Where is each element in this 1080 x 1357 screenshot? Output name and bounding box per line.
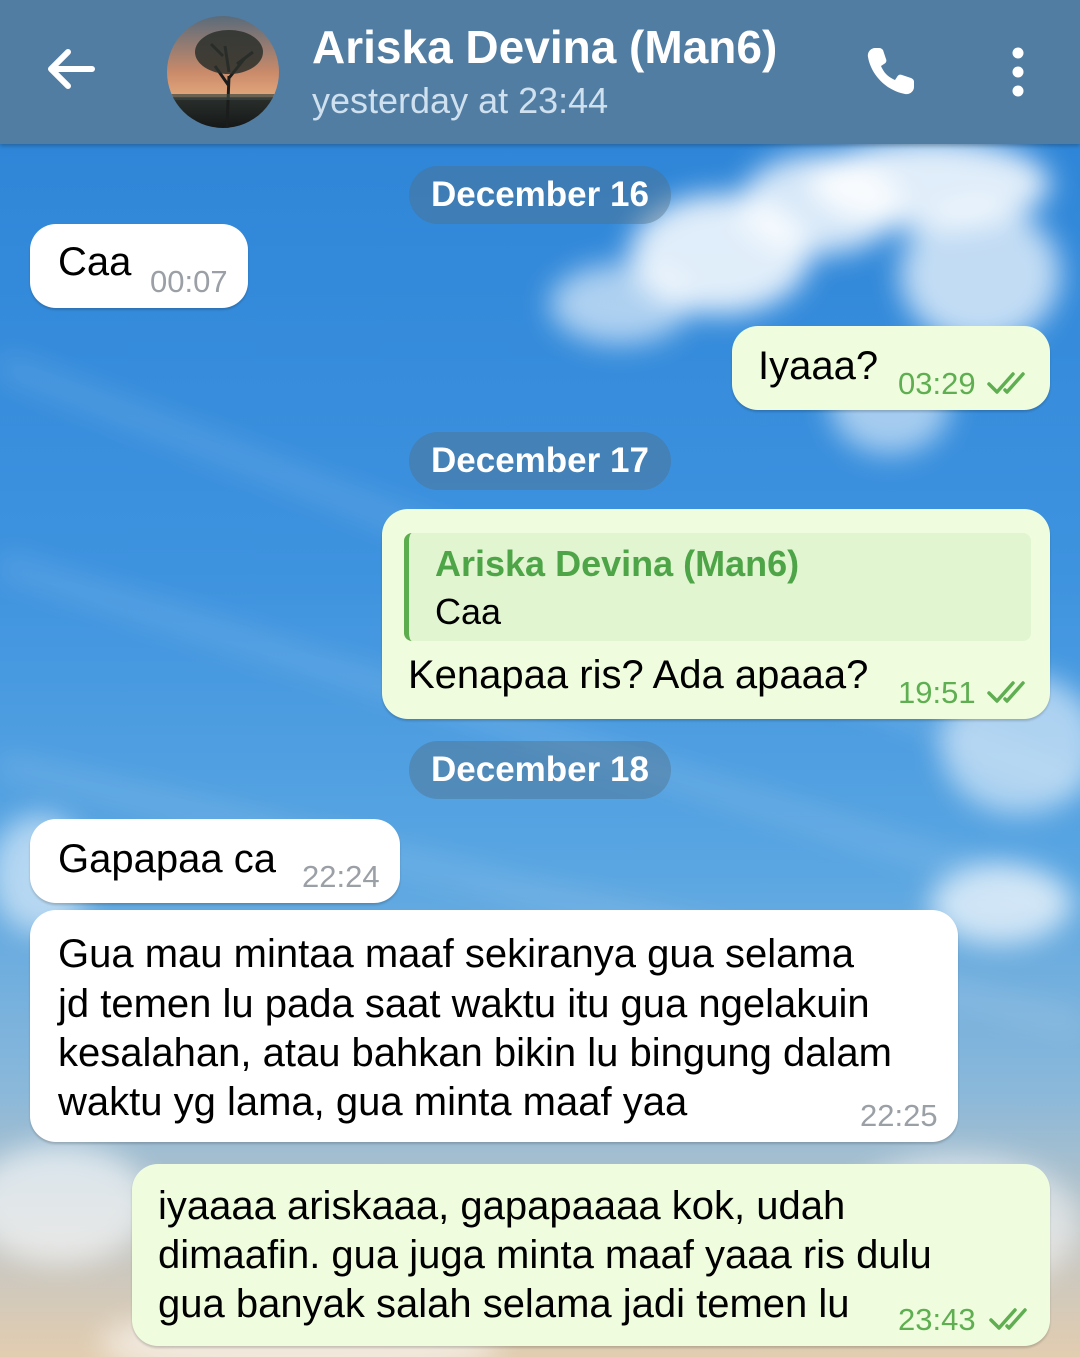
message-line: kesalahan, atau bahkan bikin lu bingung … [58, 1031, 892, 1075]
message-line: jd temen lu pada saat waktu itu gua ngel… [58, 982, 870, 1026]
message-line: gua banyak salah selama jadi temen lu [158, 1282, 850, 1326]
avatar[interactable] [167, 16, 279, 128]
date-separator: December 16 [409, 166, 671, 224]
message-time: 19:51 [898, 675, 976, 710]
message-time: 22:24 [302, 859, 380, 894]
double-check-icon [989, 1308, 1027, 1330]
more-vertical-icon[interactable] [998, 44, 1038, 100]
message-time: 03:29 [898, 366, 976, 401]
message-line: Gua mau mintaa maaf sekiranya gua selama [58, 932, 854, 976]
message-bubble-incoming[interactable]: Caa 00:07 [30, 224, 248, 308]
arrow-left-icon[interactable] [40, 38, 102, 100]
chat-area[interactable]: December 16 Caa 00:07 Iyaaa? 03:29 Decem… [0, 144, 1080, 1357]
message-text: Caa [58, 240, 132, 284]
message-line: waktu yg lama, gua minta maaf yaa [58, 1080, 688, 1124]
message-bubble-incoming[interactable]: Gapapaa ca 22:24 [30, 819, 400, 903]
message-time: 22:25 [860, 1098, 938, 1133]
reply-quote[interactable]: Ariska Devina (Man6) Caa [404, 533, 1031, 641]
message-time: 23:43 [898, 1302, 976, 1337]
contact-name[interactable]: Ariska Devina (Man6) [312, 20, 777, 74]
double-check-icon [987, 681, 1025, 703]
message-bubble-outgoing[interactable]: Iyaaa? 03:29 [732, 326, 1050, 410]
message-text: Gapapaa ca [58, 837, 276, 881]
message-bubble-outgoing[interactable]: iyaaaa ariskaaa, gapapaaaa kok, udah dim… [132, 1164, 1050, 1346]
message-bubble-incoming[interactable]: Gua mau mintaa maaf sekiranya gua selama… [30, 910, 958, 1142]
chat-header: Ariska Devina (Man6) yesterday at 23:44 [0, 0, 1080, 144]
reply-sender-name: Ariska Devina (Man6) [435, 543, 800, 584]
message-line: dimaafin. gua juga minta maaf yaaa ris d… [158, 1233, 932, 1277]
reply-text: Caa [435, 591, 502, 632]
message-line: iyaaaa ariskaaa, gapapaaaa kok, udah [158, 1184, 846, 1228]
date-separator: December 17 [409, 432, 671, 490]
message-time: 00:07 [150, 264, 228, 299]
message-text: Kenapaa ris? Ada apaaa? [408, 653, 869, 697]
double-check-icon [987, 372, 1025, 394]
message-bubble-outgoing[interactable]: Ariska Devina (Man6) Caa Kenapaa ris? Ad… [382, 509, 1050, 719]
message-text: Iyaaa? [758, 344, 879, 388]
phone-icon[interactable] [862, 42, 920, 100]
last-seen-status: yesterday at 23:44 [312, 80, 609, 121]
date-separator: December 18 [409, 741, 671, 799]
